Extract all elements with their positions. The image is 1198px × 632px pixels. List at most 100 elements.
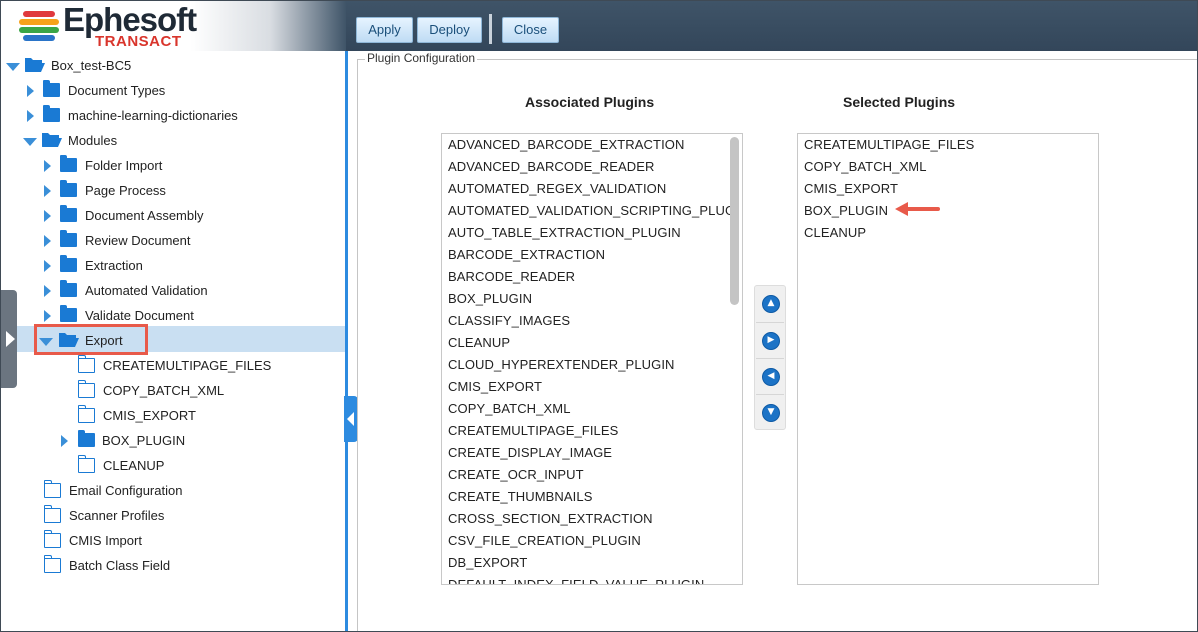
tree-node-plugin[interactable]: CMIS_EXPORT	[1, 403, 341, 428]
tree-label: Document Assembly	[85, 208, 204, 223]
batch-class-tree: Box_test-BC5 Document Types machine-lear…	[1, 51, 345, 631]
folder-open-icon	[42, 133, 62, 147]
tree-node-module[interactable]: Extraction	[1, 253, 341, 278]
list-item[interactable]: BARCODE_EXTRACTION	[448, 244, 605, 266]
header-bar: Ephesoft TRANSACT Apply Deploy Close	[1, 1, 1197, 51]
list-scrollbar[interactable]	[730, 137, 739, 305]
tree-label: BOX_PLUGIN	[102, 433, 186, 448]
list-item[interactable]: AUTO_TABLE_EXTRACTION_PLUGIN	[448, 222, 681, 244]
folder-icon	[60, 255, 77, 272]
list-item[interactable]: AUTOMATED_REGEX_VALIDATION	[448, 178, 666, 200]
chevron-right-icon[interactable]: ▶	[762, 332, 780, 350]
list-item[interactable]: BOX_PLUGIN	[448, 288, 532, 310]
tree-node-plugin[interactable]: COPY_BATCH_XML	[1, 378, 341, 403]
folder-empty-icon	[43, 555, 61, 573]
tree-node-plugin[interactable]: CREATEMULTIPAGE_FILES	[1, 353, 341, 378]
tree-label: COPY_BATCH_XML	[103, 383, 225, 398]
list-item[interactable]: BOX_PLUGIN	[804, 200, 888, 222]
folder-icon	[43, 105, 60, 122]
panel-splitter[interactable]	[345, 51, 348, 631]
associated-plugins-list[interactable]: ADVANCED_BARCODE_EXTRACTION ADVANCED_BARC…	[441, 133, 743, 585]
annotation-arrow-icon	[895, 202, 940, 216]
expand-right-icon[interactable]	[61, 435, 68, 447]
tree-label: Document Types	[68, 83, 166, 98]
deploy-button[interactable]: Deploy	[417, 17, 482, 43]
list-item[interactable]: CLEANUP	[804, 222, 866, 244]
folder-empty-icon	[77, 405, 95, 423]
expand-right-icon[interactable]	[44, 210, 51, 222]
expand-down-icon[interactable]	[23, 138, 37, 146]
close-button[interactable]: Close	[502, 17, 559, 43]
expand-right-icon[interactable]	[44, 285, 51, 297]
list-item[interactable]: DB_EXPORT	[448, 552, 527, 574]
chevron-up-icon[interactable]: ▲	[762, 295, 780, 313]
tree-node-batch-class-field[interactable]: Batch Class Field	[1, 553, 341, 578]
tree-node-scanner-profiles[interactable]: Scanner Profiles	[1, 503, 341, 528]
expand-right-icon[interactable]	[27, 110, 34, 122]
expand-right-icon[interactable]	[27, 85, 34, 97]
list-item[interactable]: CLEANUP	[448, 332, 510, 354]
tree-node-module[interactable]: Page Process	[1, 178, 341, 203]
tree-node-plugin[interactable]: CLEANUP	[1, 453, 341, 478]
list-item[interactable]: CREATE_DISPLAY_IMAGE	[448, 442, 612, 464]
tree-label: Modules	[68, 133, 118, 148]
folder-empty-icon	[77, 455, 95, 473]
expand-right-icon[interactable]	[44, 310, 51, 322]
folder-icon	[60, 205, 77, 222]
app-window: Ephesoft TRANSACT Apply Deploy Close Box…	[0, 0, 1198, 632]
folder-icon	[78, 430, 95, 447]
tree-node-ml-dictionaries[interactable]: machine-learning-dictionaries	[1, 103, 341, 128]
list-item[interactable]: COPY_BATCH_XML	[804, 156, 927, 178]
list-item[interactable]: DEFAULT_INDEX_FIELD_VALUE_PLUGIN	[448, 574, 704, 584]
list-item[interactable]: AUTOMATED_VALIDATION_SCRIPTING_PLUG	[448, 200, 735, 222]
list-item[interactable]: CROSS_SECTION_EXTRACTION	[448, 508, 653, 530]
list-item[interactable]: CMIS_EXPORT	[448, 376, 542, 398]
expand-right-icon[interactable]	[44, 160, 51, 172]
collapse-panel-handle[interactable]	[344, 396, 358, 442]
folder-empty-icon	[43, 505, 61, 523]
divider	[756, 322, 784, 323]
list-item[interactable]: CLOUD_HYPEREXTENDER_PLUGIN	[448, 354, 675, 376]
logo-subtitle: TRANSACT	[95, 33, 182, 50]
toolbar-separator	[489, 14, 492, 44]
expand-down-icon[interactable]	[6, 63, 20, 71]
expand-right-icon[interactable]	[44, 185, 51, 197]
chevron-left-icon[interactable]: ◀	[762, 368, 780, 386]
list-item[interactable]: COPY_BATCH_XML	[448, 398, 571, 420]
tree-node-module[interactable]: Automated Validation	[1, 278, 341, 303]
list-item[interactable]: ADVANCED_BARCODE_READER	[448, 156, 655, 178]
tree-node-cmis-import[interactable]: CMIS Import	[1, 528, 341, 553]
list-item[interactable]: CLASSIFY_IMAGES	[448, 310, 570, 332]
expand-panel-tab[interactable]	[1, 290, 17, 388]
list-item[interactable]: ADVANCED_BARCODE_EXTRACTION	[448, 134, 685, 156]
chevron-down-icon[interactable]: ▼	[762, 404, 780, 422]
list-item[interactable]: CREATEMULTIPAGE_FILES	[448, 420, 618, 442]
tree-node-email-configuration[interactable]: Email Configuration	[1, 478, 341, 503]
tree-node-root[interactable]: Box_test-BC5	[1, 53, 341, 78]
list-item[interactable]: CSV_FILE_CREATION_PLUGIN	[448, 530, 641, 552]
list-item[interactable]: CMIS_EXPORT	[804, 178, 898, 200]
list-item[interactable]: CREATE_OCR_INPUT	[448, 464, 584, 486]
folder-empty-icon	[43, 530, 61, 548]
tree-label: CMIS_EXPORT	[103, 408, 196, 423]
tree-node-plugin[interactable]: BOX_PLUGIN	[1, 428, 341, 453]
tree-node-modules[interactable]: Modules	[1, 128, 341, 153]
ephesoft-logo-icon	[17, 7, 61, 43]
expand-right-icon[interactable]	[44, 235, 51, 247]
tree-label: Page Process	[85, 183, 166, 198]
tree-node-document-types[interactable]: Document Types	[1, 78, 341, 103]
tree-label: Folder Import	[85, 158, 163, 173]
tree-node-module[interactable]: Folder Import	[1, 153, 341, 178]
selected-plugins-list[interactable]: CREATEMULTIPAGE_FILES COPY_BATCH_XML CMIS_…	[797, 133, 1099, 585]
expand-right-icon[interactable]	[44, 260, 51, 272]
apply-button[interactable]: Apply	[356, 17, 413, 43]
associated-plugins-title: Associated Plugins	[525, 94, 655, 110]
tree-node-module[interactable]: Review Document	[1, 228, 341, 253]
list-item[interactable]: BARCODE_READER	[448, 266, 575, 288]
divider	[756, 358, 784, 359]
plugin-configuration-legend: Plugin Configuration	[365, 51, 478, 65]
tree-node-module[interactable]: Document Assembly	[1, 203, 341, 228]
logo-area: Ephesoft TRANSACT	[1, 1, 346, 51]
list-item[interactable]: CREATEMULTIPAGE_FILES	[804, 134, 974, 156]
list-item[interactable]: CREATE_THUMBNAILS	[448, 486, 592, 508]
